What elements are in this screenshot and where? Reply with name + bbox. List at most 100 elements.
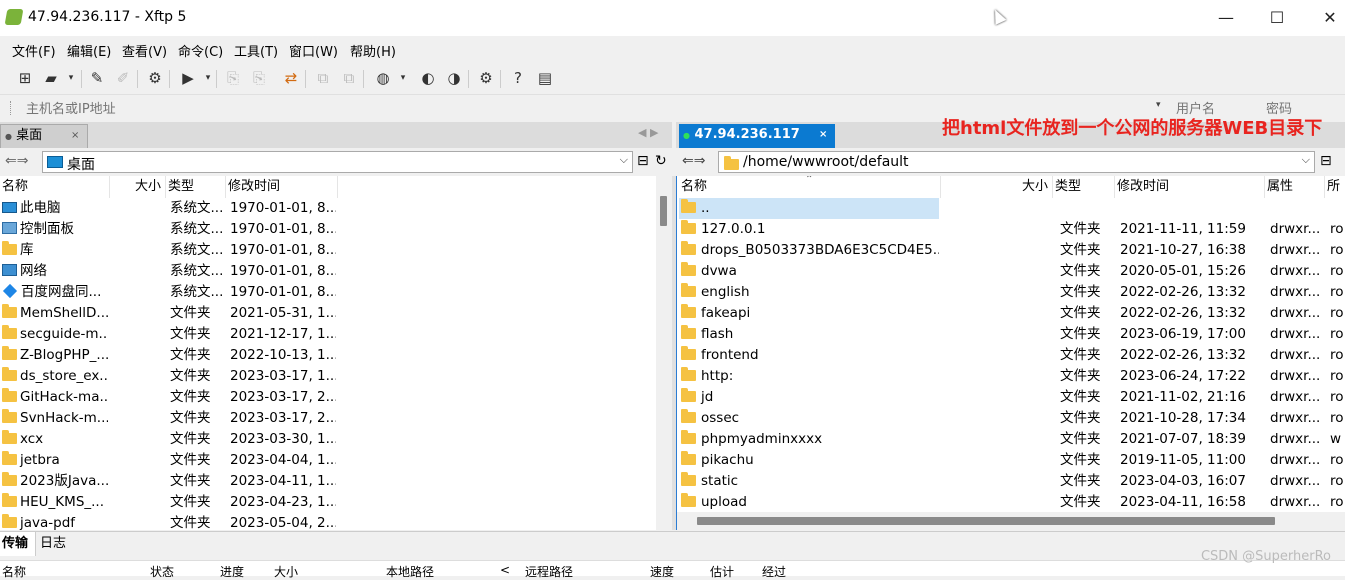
left-scrollbar[interactable]: [656, 176, 672, 530]
left-path-field[interactable]: 桌面 ⌵: [42, 151, 633, 173]
browse-folder-icon[interactable]: ⊟: [637, 153, 649, 169]
column-size[interactable]: 大小: [941, 176, 1053, 198]
column-elapsed[interactable]: 经过: [762, 563, 786, 580]
list-item[interactable]: 127.0.0.1 文件夹 2021-11-11, 11:59 drwxr... ro: [677, 219, 1345, 240]
close-icon[interactable]: ×: [819, 124, 827, 146]
list-item[interactable]: 2023版Java... 文件夹 2023-04-11, 1...: [0, 471, 656, 492]
list-item[interactable]: frontend 文件夹 2022-02-26, 13:32 drwxr... ro: [677, 345, 1345, 366]
download-icon[interactable]: ⎘: [223, 68, 243, 88]
list-item[interactable]: secguide-m... 文件夹 2021-12-17, 1...: [0, 324, 656, 345]
list-item[interactable]: 库 系统文... 1970-01-01, 8...: [0, 240, 656, 261]
tab-desktop[interactable]: ● 桌面 ×: [0, 124, 88, 148]
list-item[interactable]: GitHack-ma... 文件夹 2023-03-17, 2...: [0, 387, 656, 408]
list-item[interactable]: dvwa 文件夹 2020-05-01, 15:26 drwxr... ro: [677, 261, 1345, 282]
menu-command[interactable]: 命令(C): [178, 41, 223, 60]
list-item[interactable]: pikachu 文件夹 2019-11-05, 11:00 drwxr... ro: [677, 450, 1345, 471]
column-attributes[interactable]: 属性: [1265, 176, 1325, 198]
list-item[interactable]: xcx 文件夹 2023-03-30, 1...: [0, 429, 656, 450]
menu-help[interactable]: 帮助(H): [350, 41, 396, 60]
column-progress[interactable]: 进度: [220, 563, 244, 580]
list-item[interactable]: flash 文件夹 2023-06-19, 17:00 drwxr... ro: [677, 324, 1345, 345]
column-type[interactable]: 类型: [1053, 176, 1115, 198]
list-item[interactable]: ds_store_ex... 文件夹 2023-03-17, 1...: [0, 366, 656, 387]
list-item[interactable]: ..: [677, 198, 1345, 219]
menu-tools[interactable]: 工具(T): [234, 41, 278, 60]
chevron-down-icon[interactable]: ⌵: [620, 153, 628, 167]
close-button[interactable]: ✕: [1318, 6, 1342, 30]
copy-icon[interactable]: ⧉: [313, 68, 333, 88]
tab-log[interactable]: 日志: [38, 532, 66, 556]
tab-transfer[interactable]: 传输: [0, 532, 36, 556]
tab-scroll-left-icon[interactable]: ◀ ▶: [638, 126, 658, 139]
list-item[interactable]: jetbra 文件夹 2023-04-04, 1...: [0, 450, 656, 471]
list-item[interactable]: Z-BlogPHP_... 文件夹 2022-10-13, 1...: [0, 345, 656, 366]
list-item[interactable]: MemShellD... 文件夹 2021-05-31, 1...: [0, 303, 656, 324]
column-estimated[interactable]: 估计: [710, 563, 734, 580]
gear-icon[interactable]: ⚙: [476, 68, 496, 88]
list-item[interactable]: java-pdf 文件夹 2023-05-04, 2...: [0, 513, 656, 530]
right-path-field[interactable]: /home/wwwroot/default ⌵: [718, 151, 1315, 173]
right-hscroll-thumb[interactable]: [697, 517, 1275, 525]
minimize-button[interactable]: —: [1214, 6, 1238, 30]
list-item[interactable]: 网络 系统文... 1970-01-01, 8...: [0, 261, 656, 282]
xshell-icon[interactable]: ◐: [418, 68, 438, 88]
list-item[interactable]: fakeapi 文件夹 2022-02-26, 13:32 drwxr... ro: [677, 303, 1345, 324]
open-folder-icon[interactable]: ▰: [41, 68, 61, 88]
browse-folder-icon[interactable]: ⊟: [1320, 153, 1332, 169]
column-size[interactable]: 大小: [110, 176, 166, 198]
dropdown-arrow-icon[interactable]: ▾: [61, 68, 81, 88]
dropdown-arrow-icon[interactable]: ▾: [393, 68, 413, 88]
paste-icon[interactable]: ⧉: [339, 68, 359, 88]
column-local-path[interactable]: 本地路径: [386, 563, 434, 580]
transfer-icon[interactable]: ▶: [178, 68, 198, 88]
list-item[interactable]: HEU_KMS_... 文件夹 2023-04-23, 1...: [0, 492, 656, 513]
column-size[interactable]: 大小: [274, 563, 298, 580]
menu-view[interactable]: 查看(V): [122, 41, 167, 60]
maximize-button[interactable]: ☐: [1265, 6, 1289, 30]
globe-icon[interactable]: ◍: [373, 68, 393, 88]
list-item[interactable]: english 文件夹 2022-02-26, 13:32 drwxr... ro: [677, 282, 1345, 303]
list-item[interactable]: 此电脑 系统文... 1970-01-01, 8...: [0, 198, 656, 219]
column-name[interactable]: 名称: [0, 176, 110, 198]
refresh-icon[interactable]: ↻: [655, 153, 667, 169]
list-item[interactable]: http: 文件夹 2023-06-24, 17:22 drwxr... ro: [677, 366, 1345, 387]
left-scrollbar-thumb[interactable]: [660, 196, 667, 226]
list-item[interactable]: upload 文件夹 2023-04-11, 16:58 drwxr... ro: [677, 492, 1345, 513]
column-name[interactable]: 名称: [2, 563, 26, 580]
column-remote-path[interactable]: 远程路径: [525, 563, 573, 580]
menu-file[interactable]: 文件(F): [12, 41, 56, 60]
close-icon[interactable]: ×: [71, 125, 79, 147]
column-modified[interactable]: 修改时间: [1115, 176, 1265, 198]
right-horizontal-scrollbar[interactable]: [677, 512, 1345, 530]
tab-remote-session[interactable]: ● 47.94.236.117 ×: [679, 124, 835, 148]
xftp-icon[interactable]: ◑: [444, 68, 464, 88]
connect-icon[interactable]: ✎: [87, 68, 107, 88]
disconnect-icon[interactable]: ✐: [113, 68, 133, 88]
menu-window[interactable]: 窗口(W): [289, 41, 338, 60]
column-type[interactable]: 类型: [166, 176, 226, 198]
back-forward-arrows-icon[interactable]: ⇐⇒: [682, 153, 705, 169]
list-item[interactable]: 百度网盘同... 系统文... 1970-01-01, 8...: [0, 282, 656, 303]
new-session-icon[interactable]: ⊞: [15, 68, 35, 88]
chevron-down-icon[interactable]: ▾: [1156, 100, 1161, 110]
column-owner[interactable]: 所: [1325, 176, 1345, 198]
list-item[interactable]: jd 文件夹 2021-11-02, 21:16 drwxr... ro: [677, 387, 1345, 408]
list-item[interactable]: static 文件夹 2023-04-03, 16:07 drwxr... ro: [677, 471, 1345, 492]
list-item[interactable]: drops_B0503373BDA6E3C5CD4E5... 文件夹 2021-10…: [677, 240, 1345, 261]
sync-icon[interactable]: ⇄: [281, 68, 301, 88]
list-item[interactable]: phpmyadminxxxx 文件夹 2021-07-07, 18:39 drwxr.…: [677, 429, 1345, 450]
chevron-down-icon[interactable]: ⌵: [1302, 153, 1310, 167]
list-item[interactable]: SvnHack-m... 文件夹 2023-03-17, 2...: [0, 408, 656, 429]
help-icon[interactable]: ?: [508, 68, 528, 88]
column-speed[interactable]: 速度: [650, 563, 674, 580]
dropdown-arrow-icon[interactable]: ▾: [198, 68, 218, 88]
upload-icon[interactable]: ⎘: [249, 68, 269, 88]
column-modified[interactable]: 修改时间: [226, 176, 338, 198]
list-item[interactable]: ossec 文件夹 2021-10-28, 17:34 drwxr... ro: [677, 408, 1345, 429]
list-item[interactable]: 控制面板 系统文... 1970-01-01, 8...: [0, 219, 656, 240]
properties-icon[interactable]: ⚙: [145, 68, 165, 88]
menu-edit[interactable]: 编辑(E): [67, 41, 111, 60]
column-status[interactable]: 状态: [150, 563, 174, 580]
back-forward-arrows-icon[interactable]: ⇐⇒: [5, 153, 28, 169]
chat-icon[interactable]: ▤: [535, 68, 555, 88]
